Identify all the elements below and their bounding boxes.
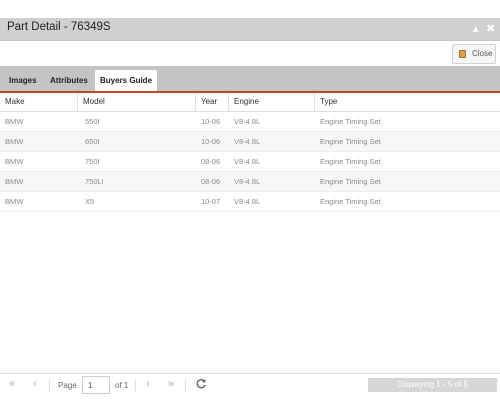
cell-model: 550I — [85, 117, 100, 126]
cell-make: BMW — [5, 177, 24, 186]
column-header-type[interactable]: Type — [315, 93, 500, 111]
cell-make: BMW — [5, 137, 24, 146]
cell-engine: V8-4.8L — [234, 177, 261, 186]
pager-separator — [135, 379, 136, 391]
tab-buyers-guide[interactable]: Buyers Guide — [95, 70, 158, 91]
toolbar: Close — [0, 41, 500, 66]
first-page-icon[interactable]: « — [9, 377, 15, 391]
cell-type: Engine Timing Set — [320, 157, 381, 166]
window-title: Part Detail - 76349S — [7, 21, 111, 33]
window-titlebar: Part Detail - 76349S ▴ ✖ — [0, 18, 500, 41]
cell-year: 08-06 — [201, 157, 221, 166]
close-button[interactable]: Close — [452, 44, 496, 64]
table-row[interactable]: BMW 750LI 08-06 V8-4.8L Engine Timing Se… — [0, 172, 500, 192]
column-header-make[interactable]: Make — [0, 93, 78, 111]
cell-engine: V8-4.8L — [234, 197, 261, 206]
door-icon — [459, 50, 466, 58]
pager-separator — [185, 379, 186, 391]
page-label: Page — [58, 381, 77, 390]
pagination-toolbar: « ‹ Page of 1 › » Displaying 1 - 5 of 5 — [0, 373, 500, 396]
minimize-icon[interactable]: ▴ — [473, 22, 479, 36]
cell-model: 750LI — [85, 177, 104, 186]
page-number-input[interactable] — [82, 376, 110, 394]
cell-model: X5 — [85, 197, 95, 206]
cell-year: 10-06 — [201, 137, 221, 146]
cell-type: Engine Timing Set — [320, 137, 381, 146]
grid-header: Make Model Year Engine Type — [0, 93, 500, 112]
column-header-engine[interactable]: Engine — [229, 93, 315, 111]
displaying-count: Displaying 1 - 5 of 5 — [368, 378, 497, 392]
next-page-icon[interactable]: › — [146, 377, 150, 391]
column-header-model[interactable]: Model — [78, 93, 196, 111]
tab-strip: Images Attributes Buyers Guide — [0, 66, 500, 93]
page-count-label: of 1 — [115, 381, 129, 390]
cell-make: BMW — [5, 197, 24, 206]
cell-year: 08-06 — [201, 177, 221, 186]
cell-engine: V8-4.8L — [234, 137, 261, 146]
cell-make: BMW — [5, 157, 24, 166]
cell-type: Engine Timing Set — [320, 197, 381, 206]
tab-attributes[interactable]: Attributes — [45, 71, 93, 91]
last-page-icon[interactable]: » — [168, 377, 174, 391]
pager-separator — [49, 379, 50, 391]
refresh-icon[interactable] — [195, 378, 207, 390]
cell-type: Engine Timing Set — [320, 177, 381, 186]
table-row[interactable]: BMW 550I 10-06 V8-4.8L Engine Timing Set — [0, 112, 500, 132]
cell-make: BMW — [5, 117, 24, 126]
table-row[interactable]: BMW X5 10-07 V8-4.8L Engine Timing Set — [0, 192, 500, 212]
table-row[interactable]: BMW 750I 08-06 V8-4.8L Engine Timing Set — [0, 152, 500, 172]
column-header-year[interactable]: Year — [196, 93, 229, 111]
grid-body: BMW 550I 10-06 V8-4.8L Engine Timing Set… — [0, 112, 500, 212]
tab-images[interactable]: Images — [4, 71, 42, 91]
close-button-label: Close — [472, 49, 493, 58]
cell-model: 650I — [85, 137, 100, 146]
cell-type: Engine Timing Set — [320, 117, 381, 126]
previous-page-icon[interactable]: ‹ — [33, 377, 37, 391]
table-row[interactable]: BMW 650I 10-06 V8-4.8L Engine Timing Set — [0, 132, 500, 152]
cell-year: 10-06 — [201, 117, 221, 126]
cell-engine: V8-4.8L — [234, 117, 261, 126]
cell-engine: V8-4.8L — [234, 157, 261, 166]
cell-year: 10-07 — [201, 197, 221, 206]
close-window-icon[interactable]: ✖ — [486, 22, 495, 36]
cell-model: 750I — [85, 157, 100, 166]
